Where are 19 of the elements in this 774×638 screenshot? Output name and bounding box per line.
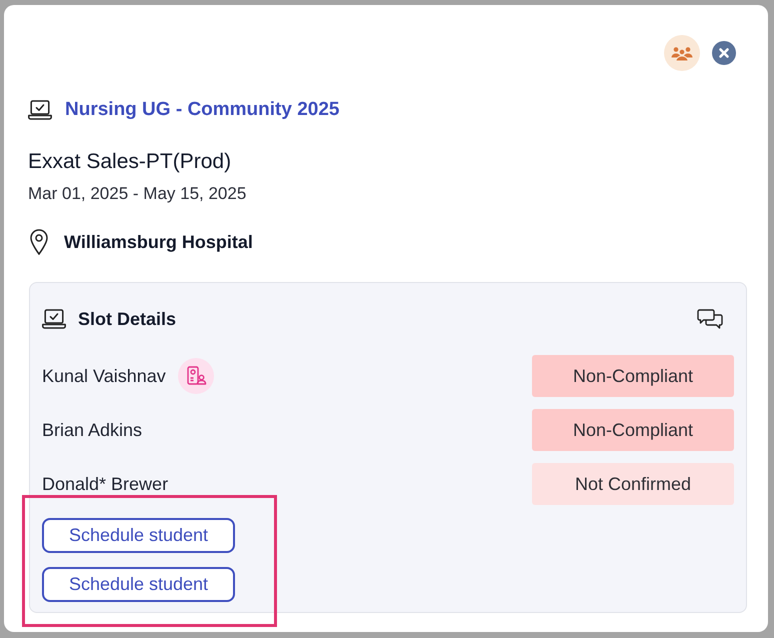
student-name: Kunal Vaishnav (42, 366, 166, 386)
close-icon[interactable] (712, 41, 736, 65)
status-tag: Non-Compliant (532, 409, 734, 451)
schedule-button[interactable]: Schedule student (42, 567, 235, 602)
rotation-title: Exxat Sales-PT(Prod) (28, 149, 232, 175)
map-pin-icon (30, 229, 48, 255)
status-tag: Non-Compliant (532, 355, 734, 397)
student-name: Brian Adkins (42, 420, 142, 440)
student-name: Donald* Brewer (42, 474, 168, 494)
laptop-check-icon (42, 309, 66, 329)
people-icon[interactable] (664, 35, 700, 71)
location-name: Williamsburg Hospital (64, 232, 253, 252)
program-link[interactable]: Nursing UG - Community 2025 (65, 99, 340, 121)
card-title: Slot Details (78, 308, 178, 330)
laptop-check-icon (28, 100, 52, 120)
status-tag: Not Confirmed (532, 463, 734, 505)
date-range: Mar 01, 2025 - May 15, 2025 (28, 183, 248, 205)
chat-icon[interactable] (697, 309, 723, 329)
schedule-button[interactable]: Schedule student (42, 518, 235, 553)
